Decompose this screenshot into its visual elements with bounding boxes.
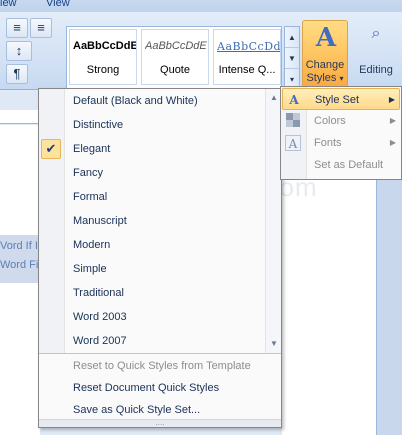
line-spacing-button[interactable]: ↕ xyxy=(6,41,32,61)
menu-item-label: Set as Default xyxy=(314,159,384,171)
binoculars-icon: ⌕ xyxy=(371,25,381,42)
reset-document-styles-command[interactable]: Reset Document Quick Styles xyxy=(73,377,219,399)
submenu-arrow-icon: ▶ xyxy=(389,116,396,125)
style-set-manuscript[interactable]: Manuscript xyxy=(73,209,127,233)
tab-view[interactable]: View xyxy=(46,0,70,9)
style-set-word-2003[interactable]: Word 2003 xyxy=(73,305,127,329)
style-name: Quote xyxy=(160,64,190,76)
style-name: Intense Q... xyxy=(218,64,276,76)
gallery-scroll-down-icon[interactable]: ▼ xyxy=(285,48,299,69)
style-set-formal[interactable]: Formal xyxy=(73,185,107,209)
menu-item-label: Colors xyxy=(314,115,346,127)
change-styles-label-line1: Change xyxy=(305,59,345,71)
ribbon-tab-bar: iew View xyxy=(0,0,402,12)
editing-button[interactable]: ⌕ Editing xyxy=(354,20,398,92)
style-set-word-2007[interactable]: Word 2007 xyxy=(73,329,127,353)
scroll-down-icon[interactable]: ▼ xyxy=(266,339,282,348)
tab-view-partial[interactable]: iew xyxy=(0,0,17,9)
style-set-traditional[interactable]: Traditional xyxy=(73,281,124,305)
menu-gutter xyxy=(39,89,65,353)
gallery-scroll-up-icon[interactable]: ▲ xyxy=(285,27,299,48)
style-set-fancy[interactable]: Fancy xyxy=(73,161,103,185)
horizontal-ruler xyxy=(0,110,40,124)
style-set-default[interactable]: Default (Black and White) xyxy=(73,89,198,113)
style-set-menu-item[interactable]: A Style Set ▶ xyxy=(282,88,400,110)
reset-to-template-command: Reset to Quick Styles from Template xyxy=(73,360,251,372)
style-tile-intense-quote[interactable]: AaBbCcDd Intense Q... xyxy=(213,29,281,85)
style-sample: AaBbCcDdE xyxy=(73,40,137,52)
set-as-default-menu-item: Set as Default xyxy=(282,154,400,176)
show-formatting-button[interactable]: ¶ xyxy=(6,64,28,84)
editing-label: Editing xyxy=(359,64,393,76)
submenu-arrow-icon: ▶ xyxy=(389,138,396,147)
gallery-scrollbar: ▲ ▼ ▾ xyxy=(284,26,300,90)
style-name: Strong xyxy=(86,64,120,76)
style-set-elegant[interactable]: Elegant xyxy=(73,137,110,161)
menu-item-label: Style Set xyxy=(315,94,360,106)
change-styles-label-line2: Styles ▾ xyxy=(303,72,347,85)
align-left-button[interactable]: ≡ xyxy=(6,18,28,38)
style-set-modern[interactable]: Modern xyxy=(73,233,110,257)
ribbon: ≡ ≡ ↕ ¶ AaBbCcDdE Strong AaBbCcDdE Quote… xyxy=(0,12,402,92)
justify-button[interactable]: ≡ xyxy=(30,18,52,38)
chevron-down-icon: ▾ xyxy=(339,74,344,83)
change-styles-label-text: Styles xyxy=(306,72,337,84)
change-styles-menu: A Style Set ▶ Colors ▶ A Fonts ▶ Set as … xyxy=(280,86,402,180)
checkmark-icon: ✔ xyxy=(41,139,61,159)
menu-item-label: Fonts xyxy=(314,137,342,149)
style-tile-quote[interactable]: AaBbCcDdE Quote xyxy=(141,29,209,85)
save-quick-style-set-command[interactable]: Save as Quick Style Set... xyxy=(73,399,200,421)
style-sample: AaBbCcDd xyxy=(217,40,281,53)
style-sample: AaBbCcDdE xyxy=(145,40,207,52)
vertical-scrollbar[interactable] xyxy=(376,180,402,435)
change-styles-icon: A xyxy=(315,23,337,53)
style-set-distinctive[interactable]: Distinctive xyxy=(73,113,123,137)
change-styles-button[interactable]: A Change Styles ▾ xyxy=(302,20,348,92)
colors-menu-item: Colors ▶ xyxy=(282,110,400,132)
fonts-menu-item: A Fonts ▶ xyxy=(282,132,400,154)
style-tile-strong[interactable]: AaBbCcDdE Strong xyxy=(69,29,137,85)
document-text-line: Word Fi xyxy=(0,259,39,271)
quick-styles-gallery: AaBbCcDdE Strong AaBbCcDdE Quote AaBbCcD… xyxy=(66,26,282,90)
style-set-menu: ✔ Default (Black and White) Distinctive … xyxy=(38,88,282,428)
style-set-simple[interactable]: Simple xyxy=(73,257,107,281)
resize-grip[interactable]: .... xyxy=(39,419,281,427)
fonts-icon: A xyxy=(285,135,301,151)
submenu-arrow-icon: ▶ xyxy=(388,95,395,104)
colors-icon xyxy=(285,113,301,129)
paragraph-group: ≡ ≡ ↕ ¶ xyxy=(0,14,58,90)
document-text-line: Vord If It xyxy=(0,240,41,252)
style-set-icon: A xyxy=(289,93,299,107)
menu-separator xyxy=(39,353,281,354)
menu-scrollbar[interactable]: ▲ ▼ xyxy=(265,89,281,353)
